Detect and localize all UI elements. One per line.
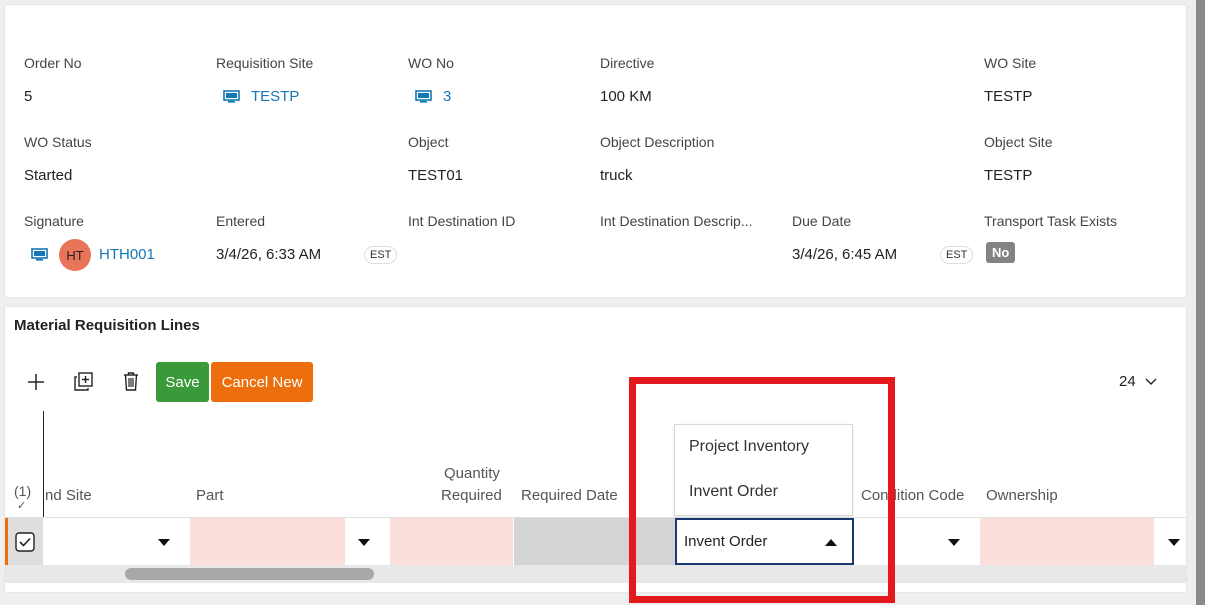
column-header-required-date[interactable]: Required Date xyxy=(521,487,618,504)
object-description-value: truck xyxy=(600,167,633,184)
add-icon[interactable] xyxy=(27,373,45,391)
page-size-value[interactable]: 24 xyxy=(1119,373,1136,390)
timezone-badge: EST xyxy=(940,246,974,264)
due-date-label: Due Date xyxy=(792,213,852,229)
wo-site-value: TESTP xyxy=(984,88,1033,105)
part-cell[interactable] xyxy=(190,518,345,565)
signature-label: Signature xyxy=(24,213,84,229)
requisition-site-label: Requisition Site xyxy=(216,55,314,71)
transport-task-exists-label: Transport Task Exists xyxy=(984,213,1118,229)
demand-site-cell[interactable] xyxy=(44,518,189,565)
wo-no-link[interactable]: 3 xyxy=(443,88,451,105)
order-no-value: 5 xyxy=(24,88,33,105)
horizontal-scrollbar-thumb[interactable] xyxy=(125,568,374,580)
wo-status-value: Started xyxy=(24,167,73,184)
dropdown-arrow-icon[interactable] xyxy=(158,539,170,546)
entered-label: Entered xyxy=(216,213,266,229)
object-site-value: TESTP xyxy=(984,167,1033,184)
entered-value: 3/4/26, 6:33 AM xyxy=(216,246,322,263)
transport-task-status-badge: No xyxy=(986,242,1016,263)
int-destination-id-label: Int Destination ID xyxy=(408,213,516,229)
row-select-cell[interactable] xyxy=(8,518,43,565)
save-button[interactable]: Save xyxy=(156,362,209,402)
chevron-down-icon[interactable] xyxy=(1145,378,1157,386)
column-header-part[interactable]: Part xyxy=(196,487,224,504)
signature-link[interactable]: HTH001 xyxy=(99,246,155,263)
column-header-ownership[interactable]: Ownership xyxy=(986,487,1058,504)
delete-icon[interactable] xyxy=(123,372,139,391)
vertical-scrollbar[interactable] xyxy=(1196,0,1205,605)
order-no-label: Order No xyxy=(24,55,82,71)
horizontal-scrollbar[interactable] xyxy=(5,565,1186,583)
order-header-card: Order No 5 Requisition Site TESTP WO No … xyxy=(5,5,1186,297)
object-value: TEST01 xyxy=(408,167,464,184)
int-destination-desc-label: Int Destination Descrip... xyxy=(600,213,753,229)
quantity-required-cell[interactable] xyxy=(390,518,513,565)
directive-value: 100 KM xyxy=(600,88,652,105)
wo-status-label: WO Status xyxy=(24,134,92,150)
column-header-demand-site[interactable]: nd Site xyxy=(45,487,92,504)
material-requisition-lines-card: Material Requisition Lines Save Cancel N… xyxy=(5,307,1186,592)
ownership-cell[interactable] xyxy=(980,518,1154,565)
checkbox-checked-icon[interactable] xyxy=(15,532,35,552)
dropdown-arrow-icon[interactable] xyxy=(948,539,960,546)
cancel-new-button[interactable]: Cancel New xyxy=(211,362,313,402)
part-dropdown-cell[interactable] xyxy=(345,518,389,565)
dropdown-arrow-icon[interactable] xyxy=(1168,539,1180,546)
object-description-label: Object Description xyxy=(600,134,715,150)
ownership-dropdown-cell[interactable] xyxy=(1155,518,1186,565)
column-divider xyxy=(43,411,44,518)
highlight-annotation-box xyxy=(629,377,895,603)
monitor-icon xyxy=(31,248,48,261)
object-site-label: Object Site xyxy=(984,134,1053,150)
column-header-quantity-required[interactable]: Quantity xyxy=(444,465,500,482)
column-header-quantity-required-line2: Required xyxy=(441,487,502,504)
object-label: Object xyxy=(408,134,449,150)
requisition-site-link[interactable]: TESTP xyxy=(251,88,299,105)
monitor-icon xyxy=(223,90,240,103)
monitor-icon xyxy=(415,90,432,103)
directive-label: Directive xyxy=(600,55,655,71)
dropdown-arrow-icon[interactable] xyxy=(358,539,370,546)
wo-no-label: WO No xyxy=(408,55,454,71)
avatar: HT xyxy=(59,239,91,271)
timezone-badge: EST xyxy=(364,246,398,264)
selected-count: (1) xyxy=(14,483,32,499)
section-title: Material Requisition Lines xyxy=(14,317,200,334)
check-mark-icon: ✓ xyxy=(17,500,27,512)
due-date-value: 3/4/26, 6:45 AM xyxy=(792,246,898,263)
wo-site-label: WO Site xyxy=(984,55,1037,71)
duplicate-icon[interactable] xyxy=(74,372,93,391)
